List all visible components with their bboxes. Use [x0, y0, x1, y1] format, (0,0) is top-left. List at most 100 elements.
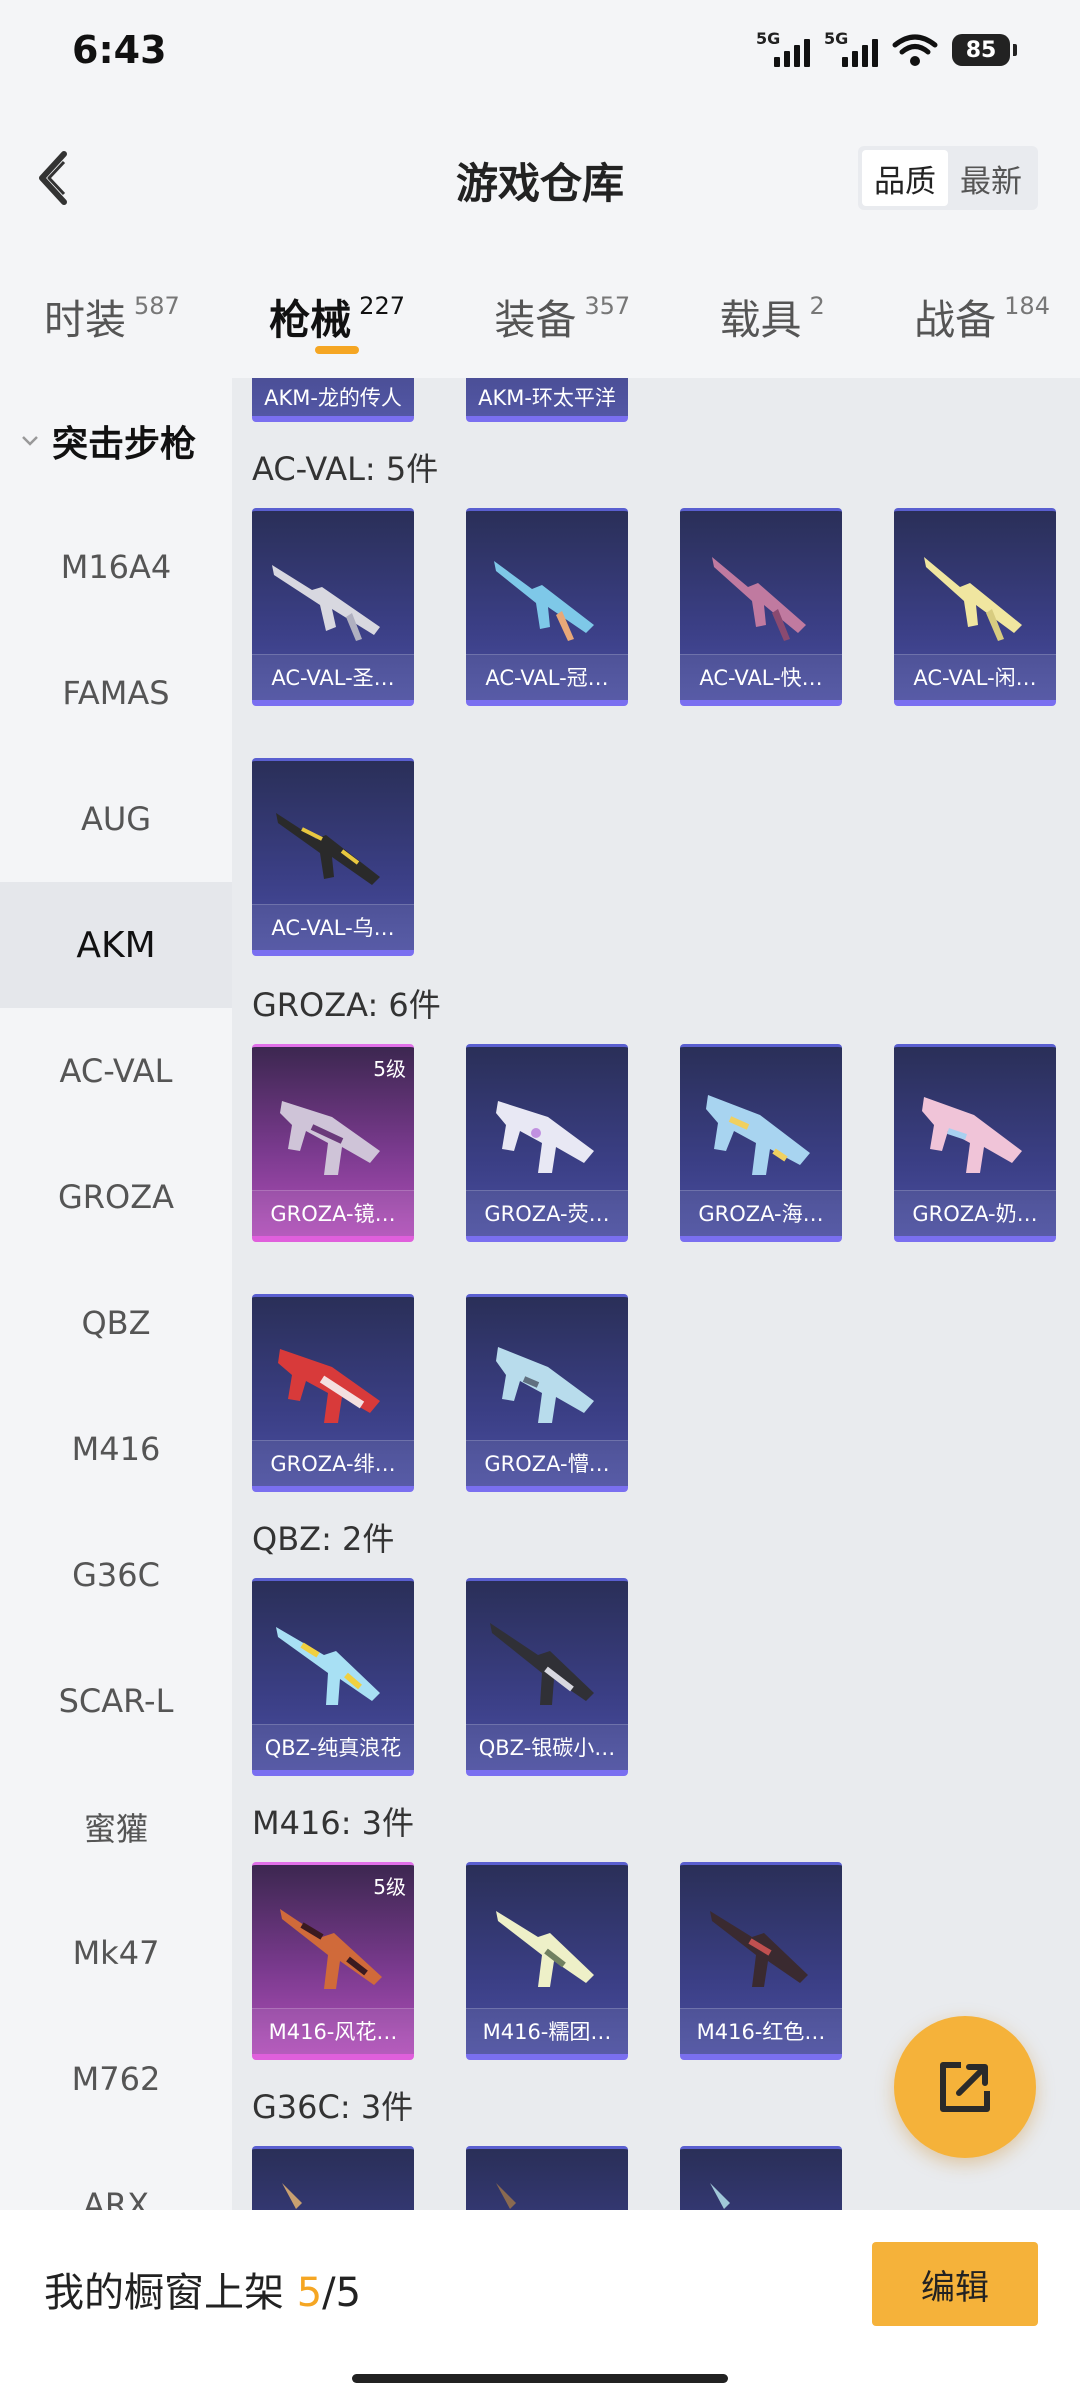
sidebar-item-famas[interactable]: FAMAS: [0, 630, 232, 756]
sidebar-item-groza[interactable]: GROZA: [0, 1134, 232, 1260]
status-icons: 5G 5G 85: [756, 29, 1017, 67]
bottom-bar: 我的橱窗上架 5/5 编辑: [0, 2210, 1080, 2400]
rifle-icon: [276, 1627, 380, 1705]
category-tabs: 时装 587 枪械 227 装备 357 载具 2 战备 184: [0, 262, 1080, 378]
status-bar: 6:43 5G 5G 85: [0, 0, 1080, 100]
tab-fashion[interactable]: 时装 587: [44, 262, 180, 378]
weapon-card-g36c-1[interactable]: [252, 2146, 414, 2210]
rifle-icon: [494, 561, 594, 641]
weapon-card-caption: AKM-龙的传人: [252, 378, 414, 416]
weapon-card-groza-2[interactable]: GROZA-荧…: [466, 1044, 628, 1242]
chevron-down-icon: [22, 436, 38, 446]
weapon-card-caption: QBZ-银碳小…: [466, 1724, 628, 1770]
weapon-card-caption: GROZA-荧…: [466, 1190, 628, 1236]
tab-label: 时装: [44, 296, 126, 344]
rifle-icon: [712, 557, 806, 641]
weapon-card-akm-1[interactable]: AKM-龙的传人: [252, 378, 414, 422]
shelf-status: 我的橱窗上架 5/5: [44, 2260, 361, 2318]
sidebar-item-akm[interactable]: AKM: [0, 882, 232, 1008]
status-time: 6:43: [72, 28, 167, 72]
sidebar-item-m416[interactable]: M416: [0, 1386, 232, 1512]
sidebar-item-scarl[interactable]: SCAR-L: [0, 1638, 232, 1764]
header: 游戏仓库 品质 最新: [0, 100, 1080, 260]
weapon-card-caption: AKM-环太平洋: [466, 378, 628, 416]
rifle-icon: [496, 1911, 594, 1987]
rifle-icon: [710, 1911, 808, 1987]
tab-count: 184: [1004, 292, 1050, 320]
weapon-card-caption: GROZA-绯…: [252, 1440, 414, 1486]
weapon-card-g36c-3[interactable]: [680, 2146, 842, 2210]
sort-toggle[interactable]: 品质 最新: [858, 146, 1038, 210]
rifle-icon: [496, 1101, 594, 1173]
sidebar-item-mk47[interactable]: Mk47: [0, 1890, 232, 2016]
sidebar-item-honey-badger[interactable]: 蜜獾: [0, 1764, 232, 1890]
weapon-card-groza-6[interactable]: GROZA-懵…: [466, 1294, 628, 1492]
rifle-icon: [282, 2183, 302, 2209]
sidebar-item-qbz[interactable]: QBZ: [0, 1260, 232, 1386]
weapon-card-acval-4[interactable]: AC-VAL-闲…: [894, 508, 1056, 706]
wifi-icon: [892, 34, 938, 66]
sidebar-group-assault-rifles[interactable]: 突击步枪: [0, 378, 232, 504]
shelf-separator: /: [322, 2270, 336, 2316]
weapon-card-groza-5[interactable]: GROZA-绯…: [252, 1294, 414, 1492]
weapon-card-g36c-2[interactable]: [466, 2146, 628, 2210]
weapon-grid: AKM-龙的传人 AKM-环太平洋 AC-VAL: 5件 AC-VAL-圣… A…: [232, 378, 1080, 2210]
sidebar-item-m16a4[interactable]: M16A4: [0, 504, 232, 630]
weapon-card-qbz-2[interactable]: QBZ-银碳小…: [466, 1578, 628, 1776]
battery-level: 85: [965, 37, 997, 63]
rifle-icon: [280, 1909, 382, 1989]
weapon-card-caption: M416-风花…: [252, 2008, 414, 2054]
weapon-card-akm-2[interactable]: AKM-环太平洋: [466, 378, 628, 422]
weapon-card-acval-2[interactable]: AC-VAL-冠…: [466, 508, 628, 706]
signal-icon-2: 5G: [824, 29, 878, 67]
rifle-icon: [272, 565, 380, 641]
tab-count: 587: [134, 292, 180, 320]
home-indicator[interactable]: [352, 2374, 728, 2383]
tab-count: 357: [584, 292, 631, 320]
sidebar-item-g36c[interactable]: G36C: [0, 1512, 232, 1638]
weapon-card-groza-3[interactable]: GROZA-海…: [680, 1044, 842, 1242]
sidebar-item-m762[interactable]: M762: [0, 2016, 232, 2142]
tab-supplies[interactable]: 战备 184: [914, 262, 1050, 378]
weapon-card-acval-1[interactable]: AC-VAL-圣…: [252, 508, 414, 706]
sort-latest-button[interactable]: 最新: [948, 150, 1034, 206]
section-title-groza: GROZA: 6件: [252, 986, 441, 1024]
section-title-m416: M416: 3件: [252, 1804, 415, 1842]
share-button[interactable]: [894, 2016, 1036, 2158]
rifle-icon: [706, 1095, 810, 1175]
weapon-card-m416-3[interactable]: M416-红色…: [680, 1862, 842, 2060]
weapon-card-caption: GROZA-海…: [680, 1190, 842, 1236]
tab-count: 227: [359, 292, 405, 320]
weapon-card-m416-1[interactable]: 5级 M416-风花…: [252, 1862, 414, 2060]
tab-guns[interactable]: 枪械 227: [269, 262, 405, 378]
weapon-card-acval-5[interactable]: AC-VAL-乌…: [252, 758, 414, 956]
tab-equipment[interactable]: 装备 357: [494, 262, 630, 378]
shelf-label: 我的橱窗上架: [44, 2270, 284, 2316]
tab-label: 枪械: [269, 296, 352, 344]
weapon-card-caption: GROZA-懵…: [466, 1440, 628, 1486]
tab-label: 战备: [914, 296, 997, 344]
network-type-1: 5G: [756, 29, 781, 48]
weapon-card-groza-4[interactable]: GROZA-奶…: [894, 1044, 1056, 1242]
weapon-card-qbz-1[interactable]: QBZ-纯真浪花: [252, 1578, 414, 1776]
sidebar-item-acval[interactable]: AC-VAL: [0, 1008, 232, 1134]
weapon-card-caption: AC-VAL-闲…: [894, 654, 1056, 700]
weapon-card-caption: GROZA-镜…: [252, 1190, 414, 1236]
weapon-card-m416-2[interactable]: M416-糯团…: [466, 1862, 628, 2060]
rifle-icon: [490, 1623, 594, 1705]
tab-active-indicator: [315, 346, 360, 354]
tab-vehicles[interactable]: 载具 2: [720, 262, 825, 378]
weapon-card-caption: M416-红色…: [680, 2008, 842, 2054]
sidebar-group-label: 突击步枪: [52, 424, 197, 465]
weapon-card-acval-3[interactable]: AC-VAL-快…: [680, 508, 842, 706]
edit-button[interactable]: 编辑: [872, 2242, 1038, 2326]
rifle-icon: [924, 557, 1022, 641]
sidebar-item-aug[interactable]: AUG: [0, 756, 232, 882]
section-title-acval: AC-VAL: 5件: [252, 450, 439, 488]
rifle-icon: [496, 2183, 516, 2209]
weapon-card-caption: GROZA-奶…: [894, 1190, 1056, 1236]
weapon-card-caption: AC-VAL-圣…: [252, 654, 414, 700]
weapon-card-groza-1[interactable]: 5级 GROZA-镜…: [252, 1044, 414, 1242]
sidebar-item-arx[interactable]: ARX: [0, 2142, 232, 2210]
sort-quality-button[interactable]: 品质: [862, 150, 948, 206]
